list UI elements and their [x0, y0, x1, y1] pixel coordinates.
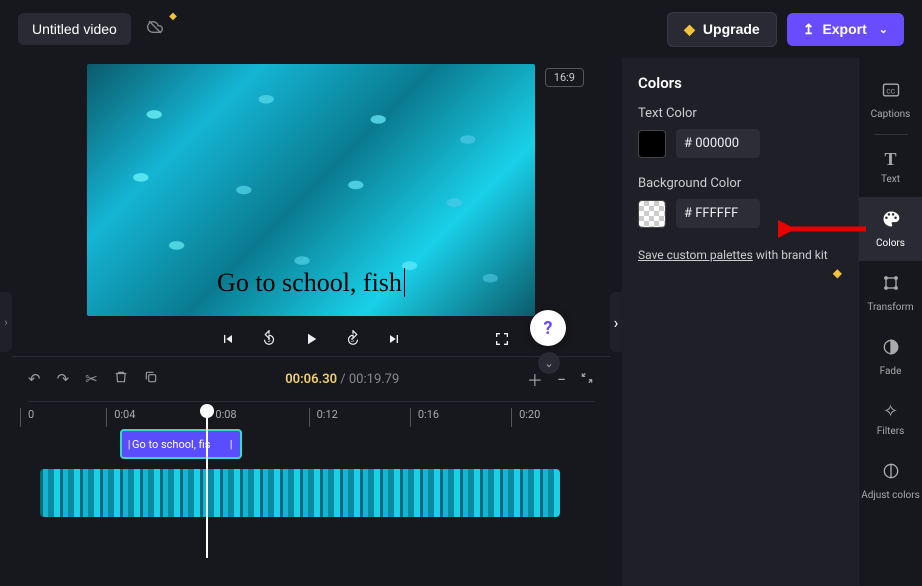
playhead[interactable] — [200, 404, 214, 558]
bg-color-label: Background Color — [638, 176, 842, 191]
diamond-icon: ◆ — [169, 11, 177, 22]
export-button[interactable]: ↥ Export ⌄ — [787, 13, 904, 46]
text-color-swatch[interactable] — [638, 130, 666, 158]
zoom-out-icon[interactable]: − — [557, 370, 566, 389]
adjust-icon — [881, 461, 901, 486]
duration: 00:19.79 — [349, 372, 399, 387]
forward-5-icon[interactable]: 5 — [344, 330, 362, 348]
text-clip-label: Go to school, fis — [132, 438, 210, 451]
save-palette-hint: Save custom palettes with brand kit ◆ — [638, 246, 842, 264]
rail-captions[interactable]: CC Captions — [859, 68, 922, 132]
aspect-ratio-badge[interactable]: 16:9 — [545, 68, 584, 87]
timecode-display: 00:06.30 / 00:19.79 — [174, 372, 511, 387]
fade-icon — [881, 337, 901, 362]
svg-text:CC: CC — [886, 87, 895, 95]
video-clip[interactable] — [40, 469, 560, 517]
rail-transform[interactable]: Transform — [859, 261, 922, 325]
colors-panel: Colors Text Color Background Color Save … — [622, 58, 858, 586]
svg-text:5: 5 — [268, 338, 271, 344]
text-color-label: Text Color — [638, 106, 842, 121]
filters-icon: ✧ — [883, 401, 898, 422]
rail-text[interactable]: T Text — [859, 137, 922, 197]
chevron-down-icon: ⌄ — [879, 23, 888, 36]
duplicate-icon[interactable] — [144, 370, 158, 388]
delete-icon[interactable] — [114, 370, 128, 388]
ruler-tick: 0:04 — [114, 408, 135, 421]
rail-filters[interactable]: ✧ Filters — [859, 389, 922, 449]
current-time: 00:06.30 — [285, 372, 337, 387]
ruler-tick: 0:16 — [418, 408, 439, 421]
chevron-right-icon: › — [4, 316, 7, 329]
help-button[interactable]: ? — [530, 310, 566, 346]
right-collapse-rail[interactable]: › — [610, 292, 622, 352]
upload-icon: ↥ — [803, 21, 815, 38]
text-clip[interactable]: || Go to school, fis || — [120, 429, 242, 459]
captions-icon: CC — [881, 80, 901, 105]
text-color-input[interactable] — [676, 129, 760, 158]
left-expand-rail[interactable]: › — [0, 292, 12, 352]
project-title[interactable]: Untitled video — [18, 13, 131, 45]
timeline[interactable]: 0 0:04 0:08 0:12 0:16 0:20 || Go to scho… — [12, 397, 610, 457]
skip-end-icon[interactable] — [386, 331, 402, 347]
diamond-icon: ◆ — [684, 21, 695, 38]
rail-colors[interactable]: Colors — [859, 197, 922, 261]
svg-text:5: 5 — [351, 338, 354, 344]
preview-canvas[interactable]: Go to school, fish — [87, 64, 535, 316]
tool-rail: CC Captions T Text Colors Transform Fade — [858, 58, 922, 586]
export-label: Export — [822, 21, 866, 37]
redo-icon[interactable]: ↷ — [57, 370, 70, 388]
chevron-right-icon: › — [614, 313, 619, 332]
ruler-tick: 0 — [28, 408, 34, 421]
rewind-5-icon[interactable]: 5 — [260, 330, 278, 348]
text-icon: T — [884, 149, 896, 170]
rail-adjust-colors[interactable]: Adjust colors — [859, 449, 922, 513]
timeline-toolbar: ↶ ↷ ✂ 00:06.30 / 00:19.79 ＋ − — [12, 356, 610, 397]
skip-start-icon[interactable] — [220, 331, 236, 347]
rail-fade[interactable]: Fade — [859, 325, 922, 389]
topbar: Untitled video ◆ ◆ Upgrade ↥ Export ⌄ — [0, 0, 922, 58]
transform-icon — [881, 273, 901, 298]
fit-zoom-icon[interactable] — [580, 370, 594, 389]
ruler-tick: 0:20 — [519, 408, 540, 421]
fullscreen-icon[interactable] — [494, 331, 510, 347]
palette-icon — [881, 209, 901, 234]
ruler-tick: 0:08 — [215, 408, 236, 421]
ruler-tick: 0:12 — [317, 408, 338, 421]
upgrade-label: Upgrade — [703, 21, 760, 37]
save-palette-link[interactable]: Save custom palettes — [638, 248, 753, 262]
diamond-icon: ◆ — [833, 264, 842, 282]
split-icon[interactable]: ✂ — [85, 370, 98, 388]
cloud-sync-icon[interactable]: ◆ — [145, 19, 165, 40]
undo-icon[interactable]: ↶ — [28, 370, 41, 388]
collapse-chevron-icon[interactable]: ⌄ — [538, 352, 560, 374]
bg-color-input[interactable] — [676, 199, 760, 228]
bg-color-swatch[interactable] — [638, 200, 666, 228]
panel-title: Colors — [638, 74, 842, 92]
play-icon[interactable] — [302, 330, 320, 348]
upgrade-button[interactable]: ◆ Upgrade — [667, 12, 777, 47]
caption-text-overlay[interactable]: Go to school, fish — [87, 268, 535, 298]
timeline-ruler: 0 0:04 0:08 0:12 0:16 0:20 — [28, 401, 594, 429]
